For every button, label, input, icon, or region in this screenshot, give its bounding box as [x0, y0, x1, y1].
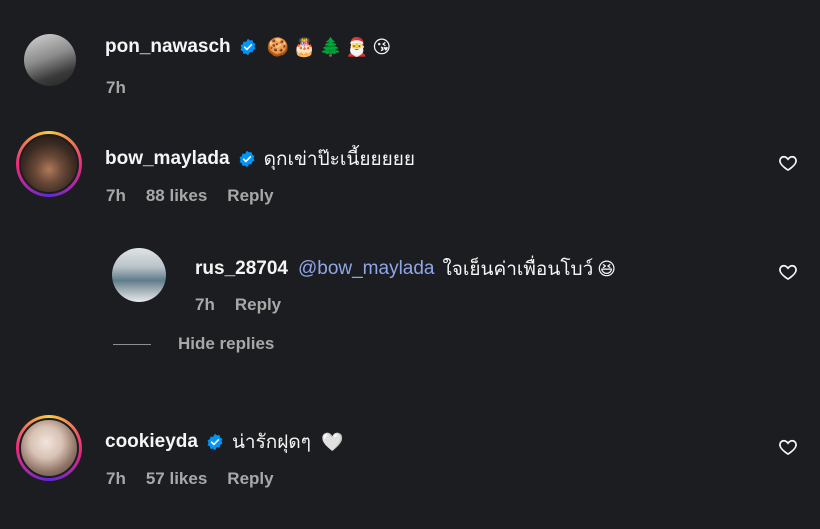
mention-link[interactable]: @bow_maylada — [298, 258, 435, 280]
emoji-cookie: 🍪 — [266, 36, 290, 57]
emoji-kiss: 😘 — [372, 36, 392, 57]
hide-replies-divider — [113, 344, 151, 345]
username[interactable]: rus_28704 — [195, 258, 288, 280]
reply-button[interactable]: Reply — [227, 469, 273, 489]
emoji-cake: 🎂 — [293, 36, 316, 57]
verified-badge-icon — [240, 38, 256, 56]
likes-count[interactable]: 57 likes — [146, 469, 207, 489]
avatar[interactable] — [24, 34, 76, 86]
avatar-story-ring[interactable] — [16, 131, 82, 197]
avatar — [19, 418, 79, 478]
reply-button[interactable]: Reply — [235, 295, 281, 315]
username[interactable]: bow_maylada — [105, 148, 230, 170]
white-heart-emoji: 🤍 — [320, 431, 344, 452]
reply-text: ใจเย็นค่าเพื่อนโบว์ — [442, 259, 594, 280]
reply-button[interactable]: Reply — [227, 186, 273, 206]
comment-text: น่ารักฝุดๆ — [231, 432, 311, 453]
verified-badge-icon — [239, 150, 255, 168]
heart-icon[interactable] — [778, 437, 798, 457]
emoji-tree: 🌲 — [319, 36, 342, 57]
heart-icon[interactable] — [778, 153, 798, 173]
avatar[interactable] — [112, 248, 166, 302]
timestamp[interactable]: 7h — [106, 469, 126, 489]
username[interactable]: pon_nawasch — [105, 36, 231, 58]
timestamp[interactable]: 7h — [106, 186, 126, 206]
avatar-story-ring[interactable] — [16, 415, 82, 481]
verified-badge-icon — [207, 433, 223, 451]
timestamp[interactable]: 7h — [195, 295, 215, 315]
timestamp[interactable]: 7h — [106, 78, 126, 98]
avatar — [19, 134, 79, 194]
hide-replies-button[interactable]: Hide replies — [178, 334, 274, 354]
emoji-santa: 🎅 — [345, 36, 369, 57]
likes-count[interactable]: 88 likes — [146, 186, 207, 206]
username[interactable]: cookieyda — [105, 431, 198, 453]
comment-text: ดุกเข่าป๊ะเนี้ยยยยย — [263, 149, 416, 170]
heart-icon[interactable] — [778, 262, 798, 282]
emoji-laughing: 😆 — [597, 258, 617, 279]
